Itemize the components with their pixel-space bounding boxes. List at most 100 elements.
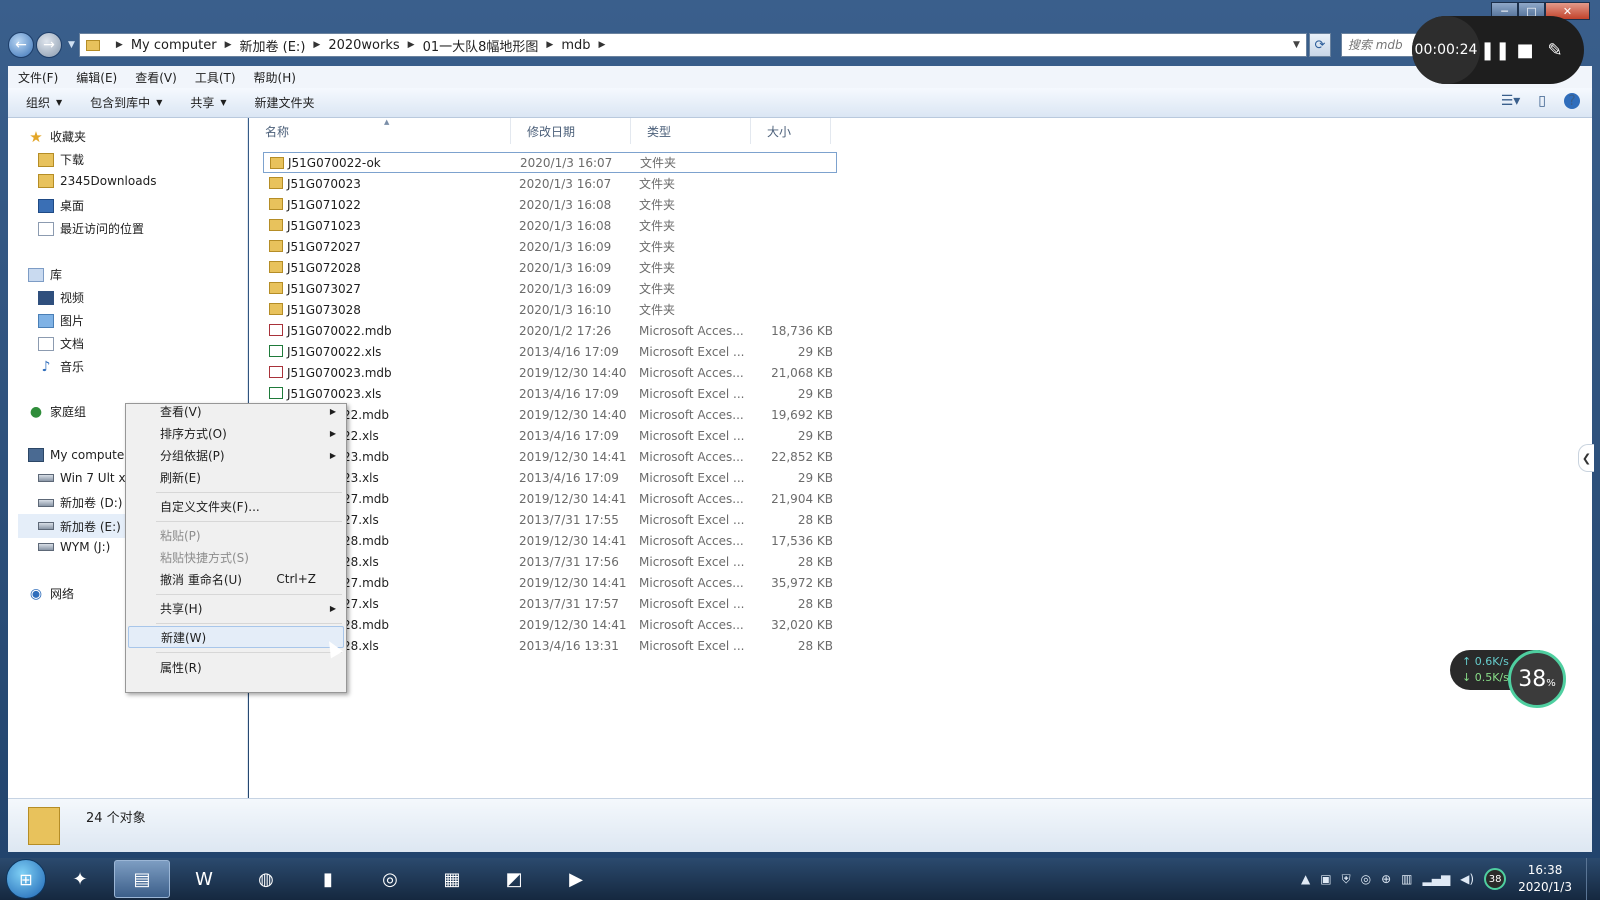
file-row[interactable]: 27.mdb 2019/12/30 14:41 Microsoft Acces...… [263, 488, 837, 509]
nav-music[interactable]: ♪ 音乐 [38, 358, 84, 375]
ctx-new[interactable]: 新建(W) [128, 626, 344, 648]
tray-wechat-icon[interactable]: ◎ [1361, 872, 1371, 886]
nav-2345downloads[interactable]: 2345Downloads [38, 174, 156, 188]
file-row[interactable]: J51G071023 2020/1/3 16:08 文件夹 [263, 215, 837, 236]
file-row[interactable]: J51G072028 2020/1/3 16:09 文件夹 [263, 257, 837, 278]
tray-monitor-badge[interactable]: 38 [1484, 868, 1507, 890]
back-button[interactable]: ← [8, 32, 34, 58]
tray-app-icon[interactable]: ▣ [1320, 872, 1331, 886]
file-row[interactable]: 23.mdb 2019/12/30 14:41 Microsoft Acces...… [263, 446, 837, 467]
column-type[interactable]: 类型 [631, 118, 751, 144]
address-history-dropdown[interactable]: ▼ [1293, 40, 1306, 50]
file-row[interactable]: J51G070022.xls 2013/4/16 17:09 Microsoft E… [263, 341, 837, 362]
nav-desktop[interactable]: 桌面 [38, 197, 84, 214]
taskbar-wechat-icon[interactable]: ◎ [362, 860, 418, 898]
nav-computer[interactable]: My computer [28, 448, 129, 462]
address-bar[interactable]: ▶ My computer ▶ 新加卷 (E:) ▶ 2020works ▶ 0… [78, 33, 1307, 57]
nav-drive-c[interactable]: Win 7 Ult x6 [38, 471, 133, 485]
file-row[interactable]: J51G073028 2020/1/3 16:10 文件夹 [263, 299, 837, 320]
column-size[interactable]: 大小 [751, 118, 831, 144]
file-row[interactable]: J51G070022-ok 2020/1/3 16:07 文件夹 [263, 152, 837, 173]
tray-expand-icon[interactable]: ▲ [1301, 872, 1310, 886]
breadcrumb-mdb[interactable]: mdb [561, 38, 590, 53]
preview-pane-icon[interactable]: ▯ [1538, 93, 1546, 109]
menu-view[interactable]: 查看(V) [135, 69, 177, 86]
recent-pages-dropdown[interactable]: ▼ [68, 40, 75, 50]
breadcrumb-computer[interactable]: My computer [131, 38, 217, 53]
chevron-right-icon[interactable]: ▶ [225, 40, 232, 50]
pause-icon[interactable]: ❚❚ [1480, 40, 1510, 61]
view-options-icon[interactable]: ☰▾ [1501, 93, 1521, 109]
nav-videos[interactable]: 视频 [38, 289, 84, 306]
nav-favorites[interactable]: ★ 收藏夹 [28, 128, 86, 146]
ctx-refresh[interactable]: 刷新(E) [128, 466, 344, 488]
menu-edit[interactable]: 编辑(E) [76, 69, 117, 86]
nav-pictures[interactable]: 图片 [38, 312, 84, 329]
ctx-customize[interactable]: 自定义文件夹(F)... [128, 495, 344, 517]
nav-downloads[interactable]: 下载 [38, 151, 84, 168]
chevron-right-icon[interactable]: ▶ [598, 40, 605, 50]
taskbar-map-app-icon[interactable]: ◩ [486, 860, 542, 898]
ctx-sort[interactable]: 排序方式(O) ▶ [128, 422, 344, 444]
breadcrumb-2020works[interactable]: 2020works [328, 38, 399, 53]
share-button[interactable]: 共享 ▼ [190, 94, 226, 111]
menu-tools[interactable]: 工具(T) [195, 69, 236, 86]
menu-help[interactable]: 帮助(H) [254, 69, 296, 86]
clock[interactable]: 16:38 2020/1/3 [1518, 862, 1572, 896]
file-row[interactable]: J51G073027 2020/1/3 16:09 文件夹 [263, 278, 837, 299]
ctx-view[interactable]: 查看(V) ▶ [128, 400, 344, 422]
file-row[interactable]: J51G070023.xls 2013/4/16 17:09 Microsoft E… [263, 383, 837, 404]
file-row[interactable]: 27.mdb 2019/12/30 14:41 Microsoft Acces...… [263, 572, 837, 593]
taskbar-grid-app-icon[interactable]: ▦ [424, 860, 480, 898]
volume-icon[interactable]: ◀) [1460, 872, 1474, 886]
refresh-button[interactable]: ⟳ [1308, 33, 1331, 57]
ctx-undo-rename[interactable]: 撤消 重命名(U) Ctrl+Z [128, 568, 344, 590]
nav-network[interactable]: ◉ 网络 [28, 585, 74, 602]
file-row[interactable]: 23.xls 2013/4/16 17:09 Microsoft Excel ...… [263, 467, 837, 488]
file-row[interactable]: 27.xls 2013/7/31 17:57 Microsoft Excel ...… [263, 593, 837, 614]
file-row[interactable]: J51G071022 2020/1/3 16:08 文件夹 [263, 194, 837, 215]
file-row[interactable]: J51G070022.mdb 2020/1/2 17:26 Microsoft Ac… [263, 320, 837, 341]
file-row[interactable]: 22.mdb 2019/12/30 14:40 Microsoft Acces...… [263, 404, 837, 425]
start-button[interactable]: ⊞ [6, 859, 46, 899]
chevron-right-icon[interactable]: ▶ [408, 40, 415, 50]
nav-homegroup[interactable]: ● 家庭组 [28, 403, 86, 420]
file-row[interactable]: 28.mdb 2019/12/30 14:41 Microsoft Acces...… [263, 614, 837, 635]
column-date[interactable]: 修改日期 [511, 118, 631, 144]
pen-icon[interactable]: ✎ [1540, 40, 1570, 61]
ctx-share[interactable]: 共享(H) ▶ [128, 597, 344, 619]
signal-icon[interactable]: ▂▄▆ [1422, 872, 1450, 886]
tray-plus-icon[interactable]: ⊕ [1381, 872, 1391, 886]
include-library-button[interactable]: 包含到库中 ▼ [90, 94, 162, 111]
breadcrumb-maps[interactable]: 01一大队8幅地形图 [423, 36, 539, 55]
memory-gauge[interactable]: 38% [1508, 650, 1566, 708]
file-row[interactable]: 27.xls 2013/7/31 17:55 Microsoft Excel ...… [263, 509, 837, 530]
taskbar-globe-icon[interactable]: ◍ [238, 860, 294, 898]
stop-icon[interactable]: ■ [1510, 40, 1540, 61]
chevron-right-icon[interactable]: ▶ [546, 40, 553, 50]
file-row[interactable]: 28.xls 2013/4/16 13:31 Microsoft Excel ...… [263, 635, 837, 656]
nav-libraries[interactable]: 库 [28, 266, 62, 283]
file-row[interactable]: 28.mdb 2019/12/30 14:41 Microsoft Acces...… [263, 530, 837, 551]
nav-documents[interactable]: 文档 [38, 335, 84, 352]
help-icon[interactable]: ? [1564, 93, 1580, 109]
file-row[interactable]: J51G070023 2020/1/3 16:07 文件夹 [263, 173, 837, 194]
forward-button[interactable]: → [36, 32, 62, 58]
expand-panel-button[interactable]: ❮ [1578, 444, 1594, 472]
show-desktop-button[interactable] [1586, 858, 1600, 900]
taskbar-word-icon[interactable]: W [176, 860, 232, 898]
chevron-right-icon[interactable]: ▶ [116, 40, 123, 50]
ctx-group[interactable]: 分组依据(P) ▶ [128, 444, 344, 466]
organize-button[interactable]: 组织 ▼ [26, 94, 62, 111]
ctx-properties[interactable]: 属性(R) [128, 656, 344, 678]
shield-icon[interactable]: ⛨ [1342, 872, 1351, 887]
taskbar-app-icon[interactable]: ✦ [52, 860, 108, 898]
menu-file[interactable]: 文件(F) [18, 69, 58, 86]
nav-drive-d[interactable]: 新加卷 (D:) [38, 494, 122, 511]
taskbar-recorder-icon[interactable]: ▶ [548, 860, 604, 898]
nav-recent[interactable]: 最近访问的位置 [38, 220, 144, 237]
file-row[interactable]: 22.xls 2013/4/16 17:09 Microsoft Excel ...… [263, 425, 837, 446]
file-row[interactable]: 28.xls 2013/7/31 17:56 Microsoft Excel ...… [263, 551, 837, 572]
file-row[interactable]: J51G070023.mdb 2019/12/30 14:40 Microsoft … [263, 362, 837, 383]
column-name[interactable]: 名称 [249, 118, 511, 144]
